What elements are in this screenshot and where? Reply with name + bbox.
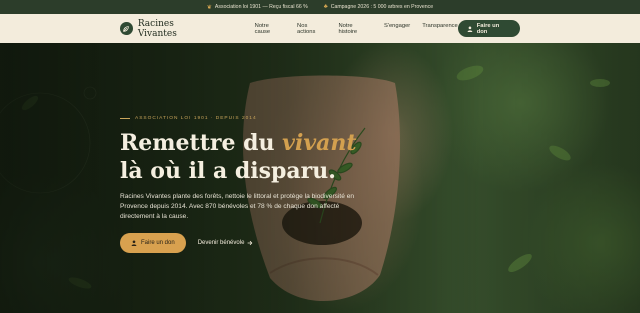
hero-description: Racines Vivantes plante des forêts, nett…: [120, 193, 355, 220]
announcement-item: ♣ Campagne 2026 : 5 000 arbres en Proven…: [324, 4, 433, 10]
hero-headline: Remettre du vivant là où il a disparu.: [120, 129, 380, 185]
nav-item-notre-histoire[interactable]: Notre histoire: [338, 23, 372, 35]
leaf-icon: ❦: [206, 4, 212, 11]
leaf-icon: [120, 22, 133, 35]
donate-button[interactable]: Faire un don: [457, 20, 520, 37]
announcement-bar: ❦ Association loi 1901 — Reçu fiscal 66 …: [0, 0, 640, 14]
announcement-text: Campagne 2026 : 5 000 arbres en Provence: [330, 4, 434, 10]
headline-part1: Remettre du: [120, 130, 283, 156]
user-icon: [467, 26, 473, 32]
donate-button-label: Faire un don: [476, 22, 500, 35]
tree-icon: ♣: [323, 4, 328, 10]
user-icon: [131, 240, 137, 246]
site-logo[interactable]: Racines Vivantes: [120, 19, 215, 39]
eyebrow-rule: [120, 118, 130, 119]
nav-item-transparence[interactable]: Transparence: [422, 23, 458, 35]
nav-item-sengager[interactable]: S'engager: [384, 23, 410, 35]
volunteer-link[interactable]: Devenir bénévole: [198, 240, 254, 246]
hero-donate-button[interactable]: Faire un don: [120, 233, 186, 253]
nav-item-notre-cause[interactable]: Notre cause: [255, 23, 285, 35]
announcement-item: ❦ Association loi 1901 — Reçu fiscal 66 …: [207, 4, 308, 11]
hero-eyebrow: ASSOCIATION LOI 1901 · DEPUIS 2014: [120, 116, 257, 121]
arrow-right-icon: [248, 240, 253, 246]
volunteer-link-label: Devenir bénévole: [197, 240, 245, 246]
logo-text: Racines Vivantes: [137, 18, 177, 39]
nav-menu: Notre cause Nos actions Notre histoire S…: [255, 23, 458, 35]
hero-cta-row: Faire un don Devenir bénévole: [120, 233, 253, 253]
main-navigation: Racines Vivantes Notre cause Nos actions…: [0, 14, 640, 43]
hero-section: ASSOCIATION LOI 1901 · DEPUIS 2014 Remet…: [0, 43, 640, 313]
eyebrow-text: ASSOCIATION LOI 1901 · DEPUIS 2014: [135, 116, 257, 121]
hero-donate-label: Faire un don: [141, 240, 175, 246]
headline-emphasis: vivant: [282, 130, 357, 156]
headline-part2: là où il a disparu.: [120, 158, 336, 184]
announcement-text: Association loi 1901 — Reçu fiscal 66 %: [214, 4, 308, 10]
nav-item-nos-actions[interactable]: Nos actions: [297, 23, 326, 35]
